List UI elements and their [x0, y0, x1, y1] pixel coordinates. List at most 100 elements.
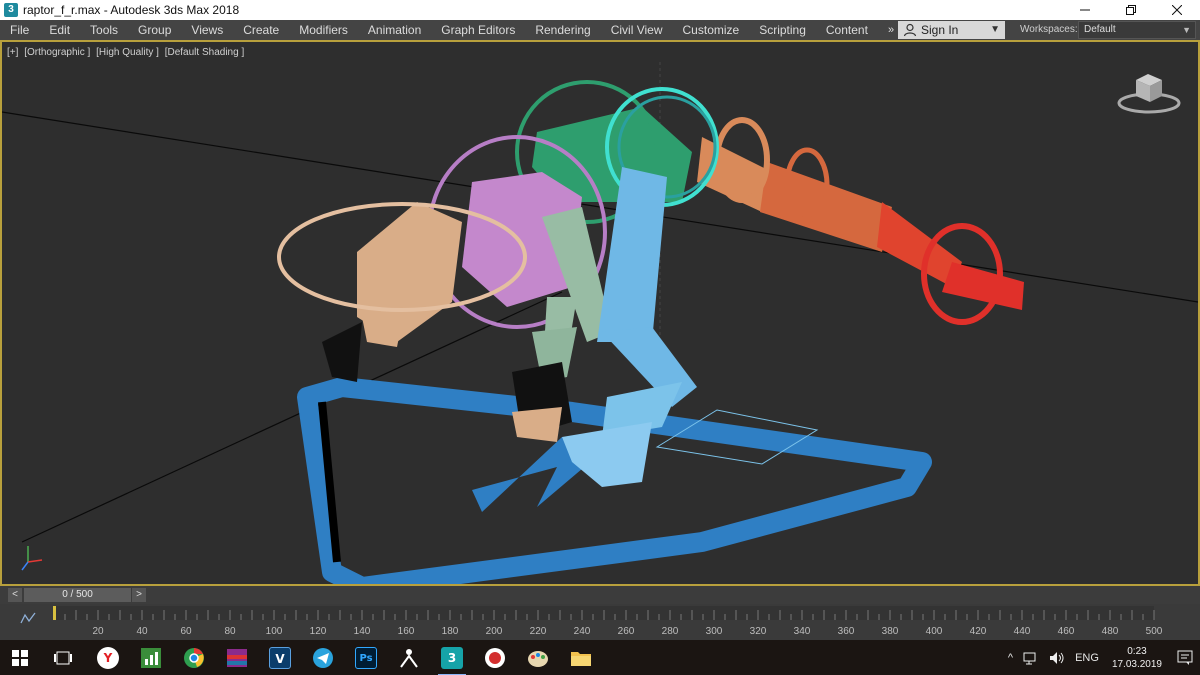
menu-edit[interactable]: Edit: [39, 20, 80, 40]
viewport-plus-menu[interactable]: [+]: [7, 47, 18, 58]
window-controls: [1062, 0, 1200, 20]
taskbar-paint[interactable]: [520, 643, 556, 673]
sign-in-label: Sign In: [921, 23, 959, 37]
mini-curve-editor-icon[interactable]: [20, 611, 36, 625]
trackbar-tick-label: 180: [442, 626, 459, 637]
paint-icon: [528, 651, 548, 667]
volume-icon[interactable]: [1049, 651, 1065, 665]
3ds-max-icon[interactable]: 3: [4, 3, 18, 17]
trackbar-tick-label: 160: [398, 626, 415, 637]
input-language[interactable]: ENG: [1075, 652, 1099, 664]
trackbar-tick-label: 440: [1014, 626, 1031, 637]
menu-scripting[interactable]: Scripting: [749, 20, 816, 40]
viewport-shading-label[interactable]: [Default Shading ]: [165, 47, 245, 58]
trackbar-tick-label: 460: [1058, 626, 1075, 637]
menu-tools[interactable]: Tools: [80, 20, 128, 40]
trackbar-tick-label: 380: [882, 626, 899, 637]
previous-frame-button[interactable]: <: [8, 588, 22, 602]
close-icon: [1172, 5, 1182, 15]
taskbar-recorder[interactable]: [477, 643, 513, 673]
curve-icon: [20, 612, 36, 624]
start-button[interactable]: [2, 643, 38, 673]
windows-icon: [12, 650, 28, 666]
show-hidden-icons-chevron[interactable]: ^: [1008, 652, 1013, 664]
viewcube-icon[interactable]: [1114, 70, 1184, 120]
menu-animation[interactable]: Animation: [358, 20, 431, 40]
trackbar-tick-label: 40: [136, 626, 148, 637]
trackbar-tick-label: 340: [794, 626, 811, 637]
close-button[interactable]: [1154, 0, 1200, 20]
tail-segment-4: [942, 262, 1024, 310]
sign-in-dropdown[interactable]: Sign In ▼: [898, 21, 1005, 39]
taskbar-winrar[interactable]: [219, 643, 255, 673]
workspace-value: Default: [1084, 24, 1116, 35]
jaw-box: [362, 317, 402, 347]
trackbar-tick-label: 320: [750, 626, 767, 637]
minimize-icon: [1080, 9, 1090, 11]
trackbar-tick-label: 100: [266, 626, 283, 637]
leg-toes: [562, 422, 652, 487]
taskbar-file-explorer[interactable]: [563, 643, 599, 673]
menu-overflow-button[interactable]: »: [884, 20, 898, 40]
minimize-button[interactable]: [1062, 0, 1108, 20]
3ds-max-window: 3 raptor_f_r.max - Autodesk 3ds Max 2018…: [0, 0, 1200, 675]
menu-modifiers[interactable]: Modifiers: [289, 20, 358, 40]
clock-time: 0:23: [1127, 645, 1147, 657]
workspaces-label: Workspaces:: [1020, 24, 1078, 35]
taskbar-photoshop[interactable]: Ps: [348, 643, 384, 673]
taskbar-chrome[interactable]: [176, 643, 212, 673]
scene-render: [2, 62, 1198, 584]
trackbar-tick-label: 220: [530, 626, 547, 637]
folder-icon: [571, 652, 591, 666]
menu-bar: File Edit Tools Group Views Create Modif…: [0, 20, 1200, 40]
photoshop-icon: Ps: [355, 647, 377, 669]
current-frame-marker[interactable]: [53, 606, 56, 620]
menu-file[interactable]: File: [0, 20, 39, 40]
viewport-label-menu[interactable]: [+] [Orthographic ] [High Quality ] [Def…: [7, 47, 247, 58]
trackbar-tick-label: 260: [618, 626, 635, 637]
menu-civil-view[interactable]: Civil View: [601, 20, 673, 40]
trackbar-tick-label: 20: [92, 626, 104, 637]
trackbar-tick-label: 120: [310, 626, 327, 637]
system-tray: ^ ENG 0:23 17.03.2019: [1003, 640, 1200, 675]
taskbar-v-app[interactable]: V: [262, 643, 298, 673]
menu-content[interactable]: Content: [816, 20, 878, 40]
clock[interactable]: 0:23 17.03.2019: [1112, 645, 1162, 671]
taskbar-telegram[interactable]: [305, 643, 341, 673]
perspective-viewport[interactable]: [+] [Orthographic ] [High Quality ] [Def…: [0, 40, 1200, 586]
window-title: raptor_f_r.max - Autodesk 3ds Max 2018: [23, 3, 240, 17]
user-icon: [903, 23, 917, 37]
time-slider-thumb[interactable]: 0 / 500: [24, 588, 131, 602]
restore-button[interactable]: [1108, 0, 1154, 20]
next-frame-button[interactable]: >: [132, 588, 146, 602]
windows-taskbar: Y V Ps 3 ^ ENG 0:23 17.03.2019: [0, 640, 1200, 675]
trackbar[interactable]: 20 40 60 80 100 120 140 160 180 200 220 240 260 280 30…: [0, 604, 1200, 640]
trackbar-tick-label: 140: [354, 626, 371, 637]
trackbar-tick-label: 240: [574, 626, 591, 637]
menu-views[interactable]: Views: [181, 20, 233, 40]
action-center-button[interactable]: [1170, 640, 1200, 675]
trackbar-tick-label: 60: [180, 626, 192, 637]
trackbar-tick-label: 500: [1146, 626, 1163, 637]
chevron-down-icon: ▼: [1182, 25, 1191, 35]
taskbar-3ds-max[interactable]: 3: [434, 643, 470, 675]
workspace-select[interactable]: Default ▼: [1078, 21, 1196, 39]
network-icon[interactable]: [1023, 651, 1039, 665]
neck-shadow: [322, 322, 362, 382]
viewport-pov-label[interactable]: [Orthographic ]: [24, 47, 90, 58]
record-icon: [485, 648, 505, 668]
taskbar-chart-app[interactable]: [133, 643, 169, 673]
task-view-button[interactable]: [45, 643, 81, 673]
viewport-quality-label[interactable]: [High Quality ]: [96, 47, 159, 58]
trackbar-tick-label: 200: [486, 626, 503, 637]
taskbar-yandex-browser[interactable]: Y: [90, 643, 126, 673]
menu-graph-editors[interactable]: Graph Editors: [431, 20, 525, 40]
menu-customize[interactable]: Customize: [673, 20, 750, 40]
menu-rendering[interactable]: Rendering: [525, 20, 600, 40]
menu-group[interactable]: Group: [128, 20, 181, 40]
taskbar-zbrush[interactable]: [391, 643, 427, 673]
clock-date: 17.03.2019: [1111, 658, 1162, 670]
time-slider[interactable]: < 0 / 500 >: [0, 586, 1200, 604]
menu-create[interactable]: Create: [233, 20, 289, 40]
chart-app-icon: [141, 648, 161, 668]
